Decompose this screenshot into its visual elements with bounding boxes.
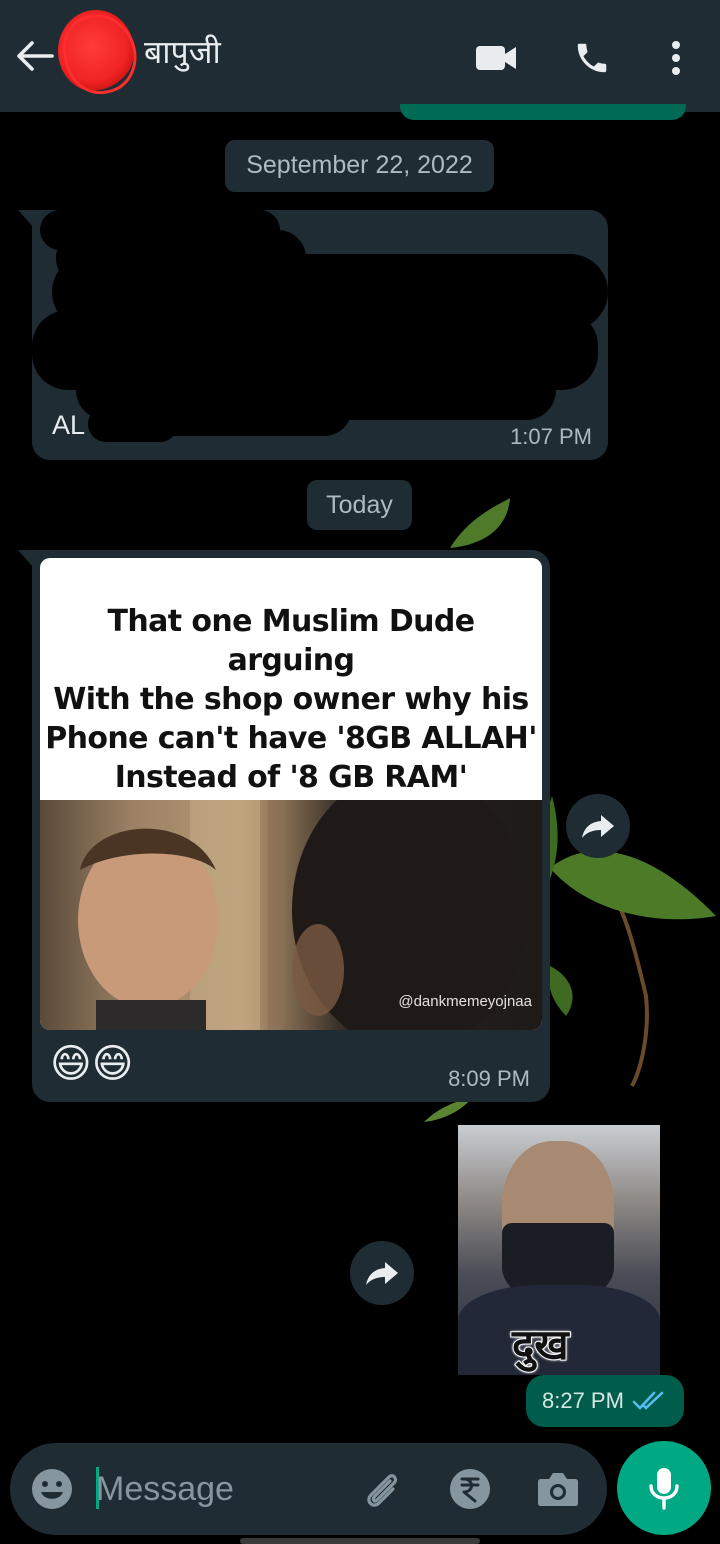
chat-header: बापुजी — [0, 0, 720, 112]
payment-button[interactable] — [448, 1467, 492, 1511]
contact-name[interactable]: बापुजी — [144, 30, 221, 74]
forward-button[interactable] — [350, 1241, 414, 1305]
incoming-message-bubble[interactable]: AL 1:07 PM — [18, 210, 608, 460]
previous-outgoing-bubble-edge — [400, 104, 686, 120]
outgoing-sticker[interactable]: दुख — [458, 1125, 660, 1375]
message-text: AL — [52, 410, 86, 440]
meme-photo: @dankmemeyojnaa — [40, 800, 542, 1030]
back-button[interactable] — [12, 36, 56, 76]
incoming-image-message[interactable]: That one Muslim Dude arguing With the sh… — [18, 550, 550, 1102]
emoji-icon — [32, 1469, 72, 1509]
attach-button[interactable] — [360, 1467, 404, 1511]
attach-icon — [367, 1474, 398, 1507]
message-time: 1:07 PM — [510, 424, 592, 449]
forward-button[interactable] — [566, 794, 630, 858]
avatar[interactable] — [58, 10, 134, 92]
meme-image[interactable]: That one Muslim Dude arguing With the sh… — [40, 558, 542, 1030]
date-separator: September 22, 2022 — [225, 140, 494, 192]
message-time: 8:27 PM — [542, 1388, 624, 1413]
rupee-icon — [450, 1469, 490, 1509]
video-call-button[interactable] — [474, 36, 518, 80]
camera-button[interactable] — [536, 1467, 580, 1511]
meme-caption-line: That one Muslim Dude arguing — [107, 604, 475, 678]
meme-caption-line: Phone can't have '8GB ALLAH' — [45, 721, 537, 756]
mic-icon — [649, 1468, 679, 1510]
meme-caption: That one Muslim Dude arguing With the sh… — [40, 602, 542, 797]
more-vert-icon — [672, 41, 680, 75]
voice-call-button[interactable] — [570, 36, 614, 80]
message-composer — [10, 1443, 607, 1535]
video-call-icon — [476, 46, 516, 70]
back-arrow-icon — [17, 41, 54, 71]
message-emoji-text: 😄😄 — [50, 1042, 134, 1086]
home-indicator — [240, 1538, 480, 1544]
meme-caption-line: With the shop owner why his — [53, 682, 529, 717]
emoji-button[interactable] — [30, 1467, 74, 1511]
sticker-text: दुख — [511, 1319, 570, 1370]
phone-icon — [577, 43, 607, 73]
more-options-button[interactable] — [654, 36, 698, 80]
voice-record-button[interactable] — [617, 1441, 711, 1535]
date-separator: Today — [307, 480, 412, 530]
double-check-read-icon — [632, 1391, 664, 1410]
outgoing-time-pill: 8:27 PM — [526, 1375, 684, 1427]
forward-icon — [582, 815, 614, 838]
message-time: 8:09 PM — [448, 1066, 530, 1091]
forward-icon — [366, 1262, 398, 1285]
message-input[interactable] — [96, 1465, 346, 1513]
camera-icon — [538, 1473, 578, 1506]
meme-watermark: @dankmemeyojnaa — [398, 993, 532, 1010]
redaction — [88, 406, 178, 442]
meme-caption-line: Instead of '8 GB RAM' — [114, 760, 468, 795]
